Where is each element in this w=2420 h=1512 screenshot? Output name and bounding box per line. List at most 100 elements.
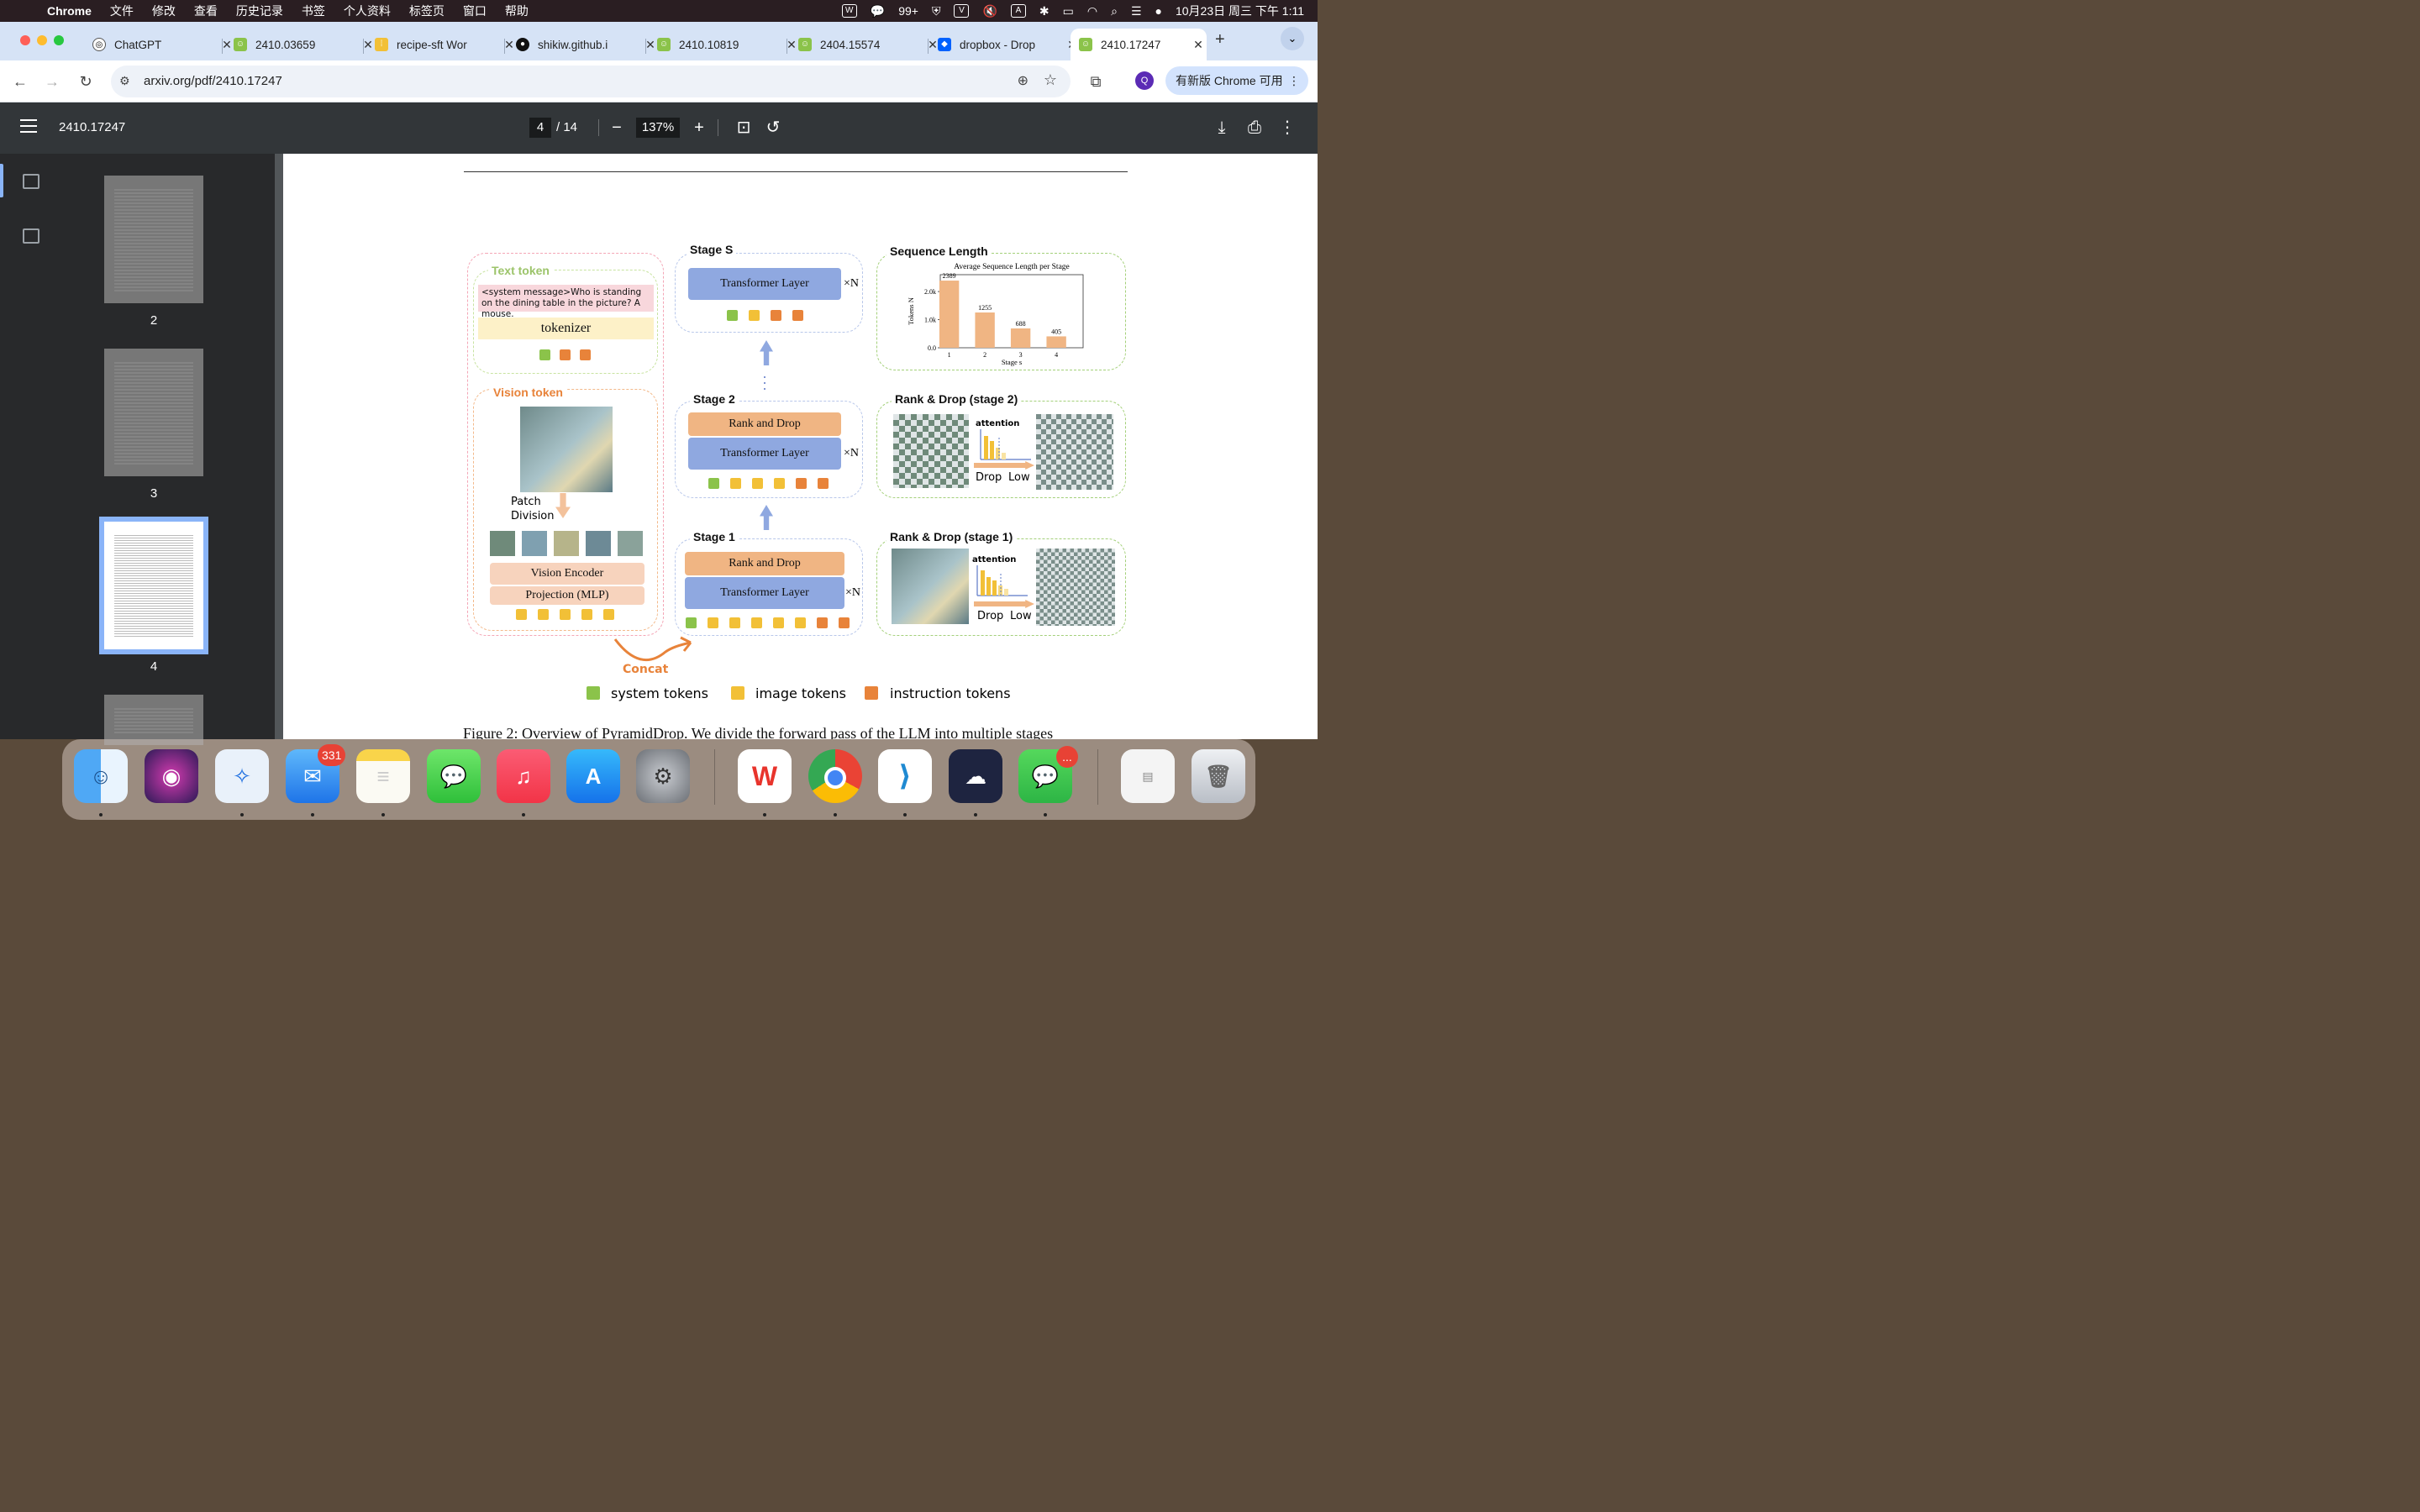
browser-toolbar: ← → ↻ ⚙ arxiv.org/pdf/2410.17247 ⊕ ☆ ⧉ bbox=[0, 60, 1318, 102]
more-options-icon[interactable]: ⋮ bbox=[1277, 117, 1297, 139]
zoom-icon[interactable]: ⊕ bbox=[1018, 72, 1028, 89]
control-center-icon[interactable]: ☰ bbox=[1131, 4, 1142, 18]
safari-icon[interactable]: ✧ bbox=[215, 749, 269, 803]
page-thumbnail-3[interactable] bbox=[104, 349, 203, 476]
extensions-icon[interactable]: ⧉ bbox=[1086, 71, 1106, 92]
wps-status-icon[interactable]: W bbox=[841, 4, 857, 18]
sidebar-toggle-icon[interactable] bbox=[20, 119, 37, 137]
wifi-icon[interactable]: ◠ bbox=[1087, 4, 1097, 18]
menu-help[interactable]: 帮助 bbox=[505, 3, 529, 19]
tab-chatgpt[interactable]: ◎ ChatGPT ✕ bbox=[92, 29, 234, 60]
wechat-status-icon[interactable]: 💬 bbox=[871, 4, 885, 18]
close-window-button[interactable] bbox=[20, 35, 30, 45]
minimize-window-button[interactable] bbox=[37, 35, 47, 45]
tab-dropbox[interactable]: ◆ dropbox - Drop ✕ bbox=[938, 29, 1079, 60]
vscode-icon[interactable]: ⟩ bbox=[878, 749, 932, 803]
zoom-in-icon[interactable]: + bbox=[689, 117, 709, 139]
url-text[interactable]: arxiv.org/pdf/2410.17247 bbox=[144, 74, 282, 88]
page-thumbnail-2[interactable] bbox=[104, 176, 203, 303]
menu-file[interactable]: 文件 bbox=[110, 3, 134, 19]
dropped-image-stage2 bbox=[1036, 414, 1113, 490]
siri-icon[interactable]: ● bbox=[1155, 4, 1162, 18]
menu-bookmarks[interactable]: 书签 bbox=[302, 3, 325, 19]
pdf-toolbar: 2410.17247 4 / 14 − 137% + ⊡ ↺ ⤓ ⎙ ⋮ bbox=[0, 102, 1318, 154]
site-info-icon[interactable]: ⚙ bbox=[119, 74, 130, 88]
stage-s-label: Stage S bbox=[687, 243, 737, 256]
tab-github[interactable]: ● shikiw.github.i ✕ bbox=[516, 29, 657, 60]
menu-profiles[interactable]: 个人资料 bbox=[344, 3, 391, 19]
pdf-title: 2410.17247 bbox=[59, 120, 126, 134]
x-axis-label: Stage s bbox=[1002, 358, 1022, 366]
notes-icon[interactable]: ≡ bbox=[356, 749, 410, 803]
pdf-viewport[interactable]: Text token <system message>Who is standi… bbox=[275, 154, 1318, 739]
zoom-window-button[interactable] bbox=[54, 35, 64, 45]
attention-histogram-icon bbox=[980, 429, 1031, 460]
tab-2410-17247[interactable]: ☺ 2410.17247 ✕ bbox=[1071, 29, 1207, 60]
menu-view[interactable]: 查看 bbox=[194, 3, 218, 19]
rotate-icon[interactable]: ↺ bbox=[763, 117, 783, 139]
bookmark-star-icon[interactable]: ☆ bbox=[1044, 71, 1057, 89]
tab-search-button[interactable]: ⌄ bbox=[1281, 27, 1304, 50]
address-bar[interactable]: ⚙ arxiv.org/pdf/2410.17247 ⊕ ☆ bbox=[111, 66, 1071, 97]
image-token-square bbox=[516, 609, 527, 620]
outline-icon[interactable] bbox=[23, 228, 39, 244]
input-method-icon[interactable]: A bbox=[1010, 4, 1026, 18]
tokenizer-box: tokenizer bbox=[478, 318, 654, 339]
profile-avatar[interactable]: Q bbox=[1135, 71, 1154, 90]
music-icon[interactable]: ♫ bbox=[497, 749, 550, 803]
finder-icon[interactable]: ☺ bbox=[74, 749, 128, 803]
update-chrome-button[interactable]: 有新版 Chrome 可用 ⋮ bbox=[1165, 66, 1308, 95]
clock[interactable]: 10月23日 周三 下午 1:11 bbox=[1176, 3, 1304, 19]
image-token-square bbox=[749, 310, 760, 321]
document-preview-icon[interactable]: ▤ bbox=[1121, 749, 1175, 803]
instruction-token-square bbox=[771, 310, 781, 321]
page-thumbnail-4[interactable] bbox=[104, 522, 203, 649]
system-settings-icon[interactable]: ⚙ bbox=[636, 749, 690, 803]
zoom-input[interactable]: 137% bbox=[636, 118, 680, 138]
tab-2410-10819[interactable]: ☺ 2410.10819 ✕ bbox=[657, 29, 798, 60]
menu-app[interactable]: Chrome bbox=[47, 4, 92, 18]
bluetooth-icon[interactable]: ✱ bbox=[1039, 4, 1050, 18]
mute-icon[interactable]: 🔇 bbox=[982, 4, 997, 18]
siri-icon[interactable]: ◉ bbox=[145, 749, 198, 803]
battery-icon[interactable]: ▭ bbox=[1063, 4, 1074, 18]
menu-tabs[interactable]: 标签页 bbox=[409, 3, 445, 19]
page-number-input[interactable]: 4 bbox=[529, 118, 551, 138]
trash-icon[interactable]: 🗑 bbox=[1192, 749, 1245, 803]
tab-2404-15574[interactable]: ☺ 2404.15574 ✕ bbox=[798, 29, 939, 60]
image-token-square bbox=[560, 609, 571, 620]
image-token-square bbox=[729, 617, 740, 628]
tab-2410-03659[interactable]: ☺ 2410.03659 ✕ bbox=[234, 29, 375, 60]
chrome-icon[interactable] bbox=[808, 749, 862, 803]
reload-icon[interactable]: ↻ bbox=[76, 71, 96, 92]
cloud-chat-icon[interactable]: ☁ bbox=[949, 749, 1002, 803]
bar-stage-3 bbox=[1010, 328, 1031, 348]
messages-icon[interactable]: 💬 bbox=[427, 749, 481, 803]
print-icon[interactable]: ⎙ bbox=[1244, 117, 1265, 139]
download-icon[interactable]: ⤓ bbox=[1212, 117, 1232, 139]
menu-history[interactable]: 历史记录 bbox=[236, 3, 283, 19]
spotlight-icon[interactable]: ⌕ bbox=[1111, 4, 1118, 18]
forward-icon[interactable]: → bbox=[42, 71, 62, 92]
tab-recipe-sft[interactable]: ⁞ recipe-sft Wor ✕ bbox=[375, 29, 516, 60]
fit-page-icon[interactable]: ⊡ bbox=[734, 117, 754, 139]
instruction-token-square bbox=[839, 617, 850, 628]
transformer-layer-box: Transformer Layer bbox=[688, 268, 841, 300]
app-store-icon[interactable]: A bbox=[566, 749, 620, 803]
thumbnails-icon[interactable] bbox=[23, 174, 39, 189]
wps-office-icon[interactable]: W bbox=[738, 749, 792, 803]
system-token-square bbox=[539, 349, 550, 360]
image-token-square bbox=[773, 617, 784, 628]
text-token-label: Text token bbox=[488, 264, 553, 277]
vpn-icon[interactable]: V bbox=[954, 4, 970, 18]
close-tab-icon[interactable]: ✕ bbox=[1192, 38, 1205, 52]
page-thumbnail-5[interactable] bbox=[104, 695, 203, 745]
shield-icon[interactable]: ⛨ bbox=[932, 4, 941, 18]
more-vert-icon: ⋮ bbox=[1288, 74, 1300, 87]
new-tab-button[interactable]: + bbox=[1215, 30, 1225, 50]
zoom-out-icon[interactable]: − bbox=[607, 117, 627, 139]
menu-edit[interactable]: 修改 bbox=[152, 3, 176, 19]
image-token-square bbox=[581, 609, 592, 620]
back-icon[interactable]: ← bbox=[10, 71, 30, 92]
menu-window[interactable]: 窗口 bbox=[463, 3, 487, 19]
